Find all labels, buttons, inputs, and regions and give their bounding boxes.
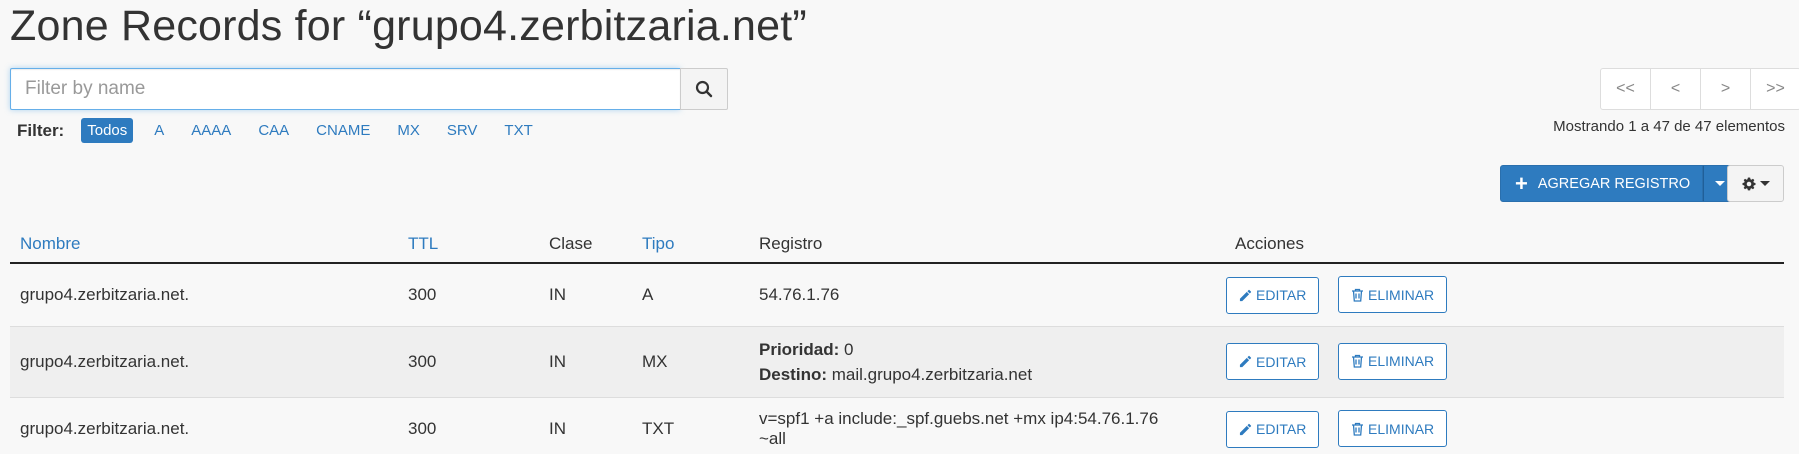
pencil-icon [1239,289,1252,301]
record-ttl: 300 [398,325,539,397]
table-row: grupo4.zerbitzaria.net. 300 IN TXT v=spf… [10,396,1784,454]
prev-page-button[interactable]: < [1650,68,1701,110]
record-name: grupo4.zerbitzaria.net. [10,325,398,397]
record-class: IN [539,396,632,454]
filter-label: Filter: [17,120,65,140]
mx-priority: Prioridad: 0 [759,337,1183,362]
edit-label: EDITAR [1256,287,1307,303]
filter-a[interactable]: A [148,118,170,143]
record-value: 54.76.1.76 [749,262,1193,326]
table-row: grupo4.zerbitzaria.net. 300 IN MX Priori… [10,325,1784,397]
zone-records-table: Nombre TTL Clase Tipo Registro Acciones … [10,183,1784,454]
delete-button[interactable]: ELIMINAR [1338,342,1448,380]
filter-mx[interactable]: MX [391,118,426,143]
edit-button[interactable]: EDITAR [1226,276,1320,314]
mx-destination: Destino: mail.grupo4.zerbitzaria.net [759,362,1183,387]
search-group [10,68,728,110]
column-header-clase: Clase [539,183,632,264]
destination-value: mail.grupo4.zerbitzaria.net [831,364,1033,384]
search-button[interactable] [680,68,728,110]
table-row: grupo4.zerbitzaria.net. 300 IN A 54.76.1… [10,262,1784,326]
filter-srv[interactable]: SRV [441,118,484,143]
zone-records-page: Zone Records for “grupo4.zerbitzaria.net… [0,0,1799,454]
trash-icon [1352,422,1364,436]
type-filter: Filter: Todos A AAAA CAA CNAME MX SRV TX… [17,118,554,143]
column-header-tipo[interactable]: Tipo [632,183,749,264]
column-header-ttl[interactable]: TTL [398,183,539,264]
filter-txt[interactable]: TXT [498,118,538,143]
record-type: TXT [632,396,749,454]
record-actions: EDITAR ELIMINAR [1193,262,1784,326]
filter-cname[interactable]: CNAME [310,118,376,143]
filter-aaaa[interactable]: AAAA [185,118,237,143]
record-type: MX [632,325,749,397]
delete-label: ELIMINAR [1368,286,1435,303]
record-type: A [632,262,749,326]
record-ttl: 300 [398,262,539,326]
edit-button[interactable]: EDITAR [1226,343,1320,381]
edit-button[interactable]: EDITAR [1226,410,1320,448]
record-class: IN [539,262,632,326]
record-name: grupo4.zerbitzaria.net. [10,396,398,454]
record-value: Prioridad: 0 Destino: mail.grupo4.zerbit… [749,325,1193,397]
results-count: Mostrando 1 a 47 de 47 elementos [1553,118,1785,135]
record-actions: EDITAR ELIMINAR [1193,396,1784,454]
column-header-nombre[interactable]: Nombre [10,183,398,264]
delete-label: ELIMINAR [1368,353,1435,370]
column-header-acciones: Acciones [1193,183,1784,264]
trash-icon [1352,355,1364,368]
record-value: v=spf1 +a include:_spf.guebs.net +mx ip4… [749,396,1193,454]
pencil-icon [1239,423,1252,435]
search-input[interactable] [10,68,680,110]
priority-value: 0 [844,339,854,359]
last-page-button[interactable]: >> [1750,68,1799,110]
trash-icon [1352,288,1364,302]
next-page-button[interactable]: > [1700,68,1751,110]
delete-label: ELIMINAR [1368,420,1435,437]
record-actions: EDITAR ELIMINAR [1193,325,1784,397]
page-title: Zone Records for “grupo4.zerbitzaria.net… [10,2,807,50]
filter-todos[interactable]: Todos [81,118,134,143]
delete-button[interactable]: ELIMINAR [1338,276,1448,313]
pencil-icon [1239,356,1252,368]
edit-label: EDITAR [1256,353,1307,370]
search-icon [695,80,713,98]
edit-label: EDITAR [1256,421,1307,437]
record-class: IN [539,325,632,397]
record-name: grupo4.zerbitzaria.net. [10,262,398,326]
pagination: << < > >> [1600,68,1799,110]
table-header-row: Nombre TTL Clase Tipo Registro Acciones [10,183,1784,264]
delete-button[interactable]: ELIMINAR [1338,410,1448,447]
record-ttl: 300 [398,396,539,454]
destination-label: Destino: [759,364,827,384]
column-header-registro: Registro [749,183,1193,264]
first-page-button[interactable]: << [1600,68,1651,110]
filter-caa[interactable]: CAA [252,118,295,143]
priority-label: Prioridad: [759,339,840,359]
